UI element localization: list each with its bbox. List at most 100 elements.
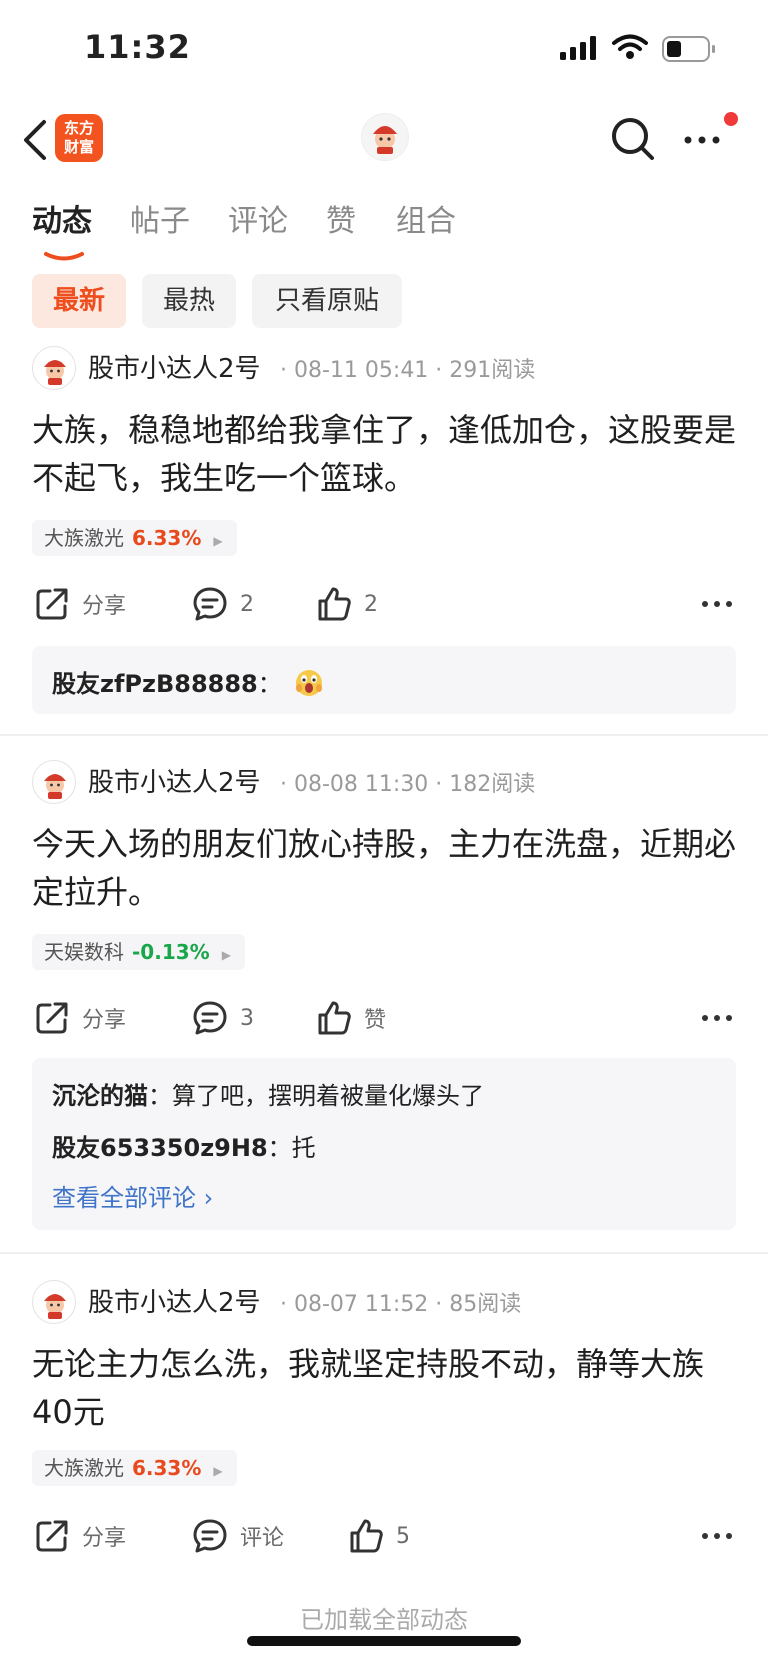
post-actions: 分享 3 赞: [0, 996, 768, 1040]
share-icon: [36, 588, 68, 620]
notification-dot: [724, 112, 738, 126]
wifi-icon: [612, 34, 648, 64]
post-meta: · 08-11 05:41 · 291阅读: [280, 358, 536, 383]
author-name[interactable]: 股市小达人2号: [88, 762, 261, 799]
filter-original-only[interactable]: 只看原贴: [252, 274, 402, 328]
post-more-icon[interactable]: [700, 996, 736, 1040]
play-arrow-icon: ▶: [213, 1464, 223, 1478]
comment-user[interactable]: 股友653350z9H8: [52, 1134, 268, 1162]
stock-name: 大族激光: [44, 526, 124, 550]
status-time: 11:32: [84, 28, 191, 66]
thumbs-up-icon: [318, 587, 351, 621]
tab-portfolio[interactable]: 组合: [396, 196, 456, 240]
share-button[interactable]: 分享: [34, 1514, 126, 1558]
post-divider: [0, 1252, 768, 1254]
all-loaded-text: 已加载全部动态: [300, 1606, 468, 1634]
post-card: 股市小达人2号 · 08-08 11:30 · 182阅读 今天入场的朋友们放心…: [0, 760, 768, 1230]
play-arrow-icon: ▶: [221, 948, 231, 962]
comment-button[interactable]: 评论: [192, 1514, 284, 1558]
comment-label: 评论: [240, 1526, 285, 1551]
like-button[interactable]: 5: [348, 1514, 410, 1558]
comment-item: 股友zfPzB88888：: [52, 664, 325, 704]
search-icon[interactable]: [608, 114, 658, 164]
tab-comments[interactable]: 评论: [228, 196, 288, 240]
comment-count: 3: [240, 1005, 254, 1031]
tab-likes[interactable]: 赞: [326, 196, 356, 240]
comment-preview[interactable]: 股友zfPzB88888：: [32, 646, 736, 714]
nav-bar: 东方 财富: [0, 104, 768, 184]
filter-latest[interactable]: 最新: [32, 274, 126, 328]
comment-item: 股友653350z9H8：托: [52, 1128, 316, 1163]
play-arrow-icon: ▶: [213, 534, 223, 548]
scared-face-emoji-icon: [293, 666, 325, 704]
app-logo[interactable]: 东方 财富: [55, 114, 103, 162]
comment-icon: [193, 587, 227, 621]
stock-tag[interactable]: 大族激光 6.33% ▶: [32, 520, 237, 556]
comment-count: 2: [240, 591, 254, 617]
author-avatar-icon[interactable]: [32, 346, 76, 390]
stock-change: 6.33%: [132, 526, 202, 550]
author-avatar-icon[interactable]: [32, 760, 76, 804]
comment-separator: ：: [257, 670, 282, 698]
post-meta: · 08-08 11:30 · 182阅读: [280, 772, 536, 797]
active-tab-indicator: [44, 246, 84, 261]
share-icon: [36, 1002, 68, 1034]
like-button[interactable]: 赞: [316, 996, 386, 1040]
share-icon: [36, 1520, 68, 1552]
thumbs-up-icon: [318, 1001, 351, 1035]
user-avatar-icon[interactable]: [361, 113, 409, 161]
post-card: 股市小达人2号 · 08-11 05:41 · 291阅读 大族，稳稳地都给我拿…: [0, 346, 768, 736]
view-all-comments-link[interactable]: 查看全部评论 ›: [52, 1178, 213, 1213]
post-actions: 分享 评论 5: [0, 1514, 768, 1558]
post-card: 股市小达人2号 · 08-07 11:52 · 85阅读 无论主力怎么洗，我就坚…: [0, 1280, 768, 1580]
stock-tag[interactable]: 天娱数科 -0.13% ▶: [32, 934, 245, 970]
comment-user[interactable]: 沉沦的猫: [52, 1082, 148, 1110]
logo-text-line2: 财富: [63, 138, 94, 156]
comment-icon: [193, 1001, 227, 1035]
like-count: 5: [396, 1523, 410, 1549]
comment-preview[interactable]: 沉沦的猫：算了吧，摆明着被量化爆头了 股友653350z9H8：托 查看全部评论…: [32, 1058, 736, 1230]
comment-user[interactable]: 股友zfPzB88888: [52, 670, 258, 698]
share-label: 分享: [82, 1008, 127, 1033]
more-menu-icon[interactable]: [680, 120, 730, 156]
cellular-signal-icon: [560, 36, 598, 64]
post-content[interactable]: 今天入场的朋友们放心持股，主力在洗盘，近期必定拉升。: [32, 820, 738, 916]
author-name[interactable]: 股市小达人2号: [88, 348, 261, 385]
comment-button[interactable]: 2: [192, 582, 254, 626]
post-meta: · 08-07 11:52 · 85阅读: [280, 1292, 522, 1317]
comment-text: 托: [291, 1134, 316, 1162]
logo-text-line1: 东方: [63, 119, 94, 137]
share-label: 分享: [82, 1526, 127, 1551]
post-content[interactable]: 无论主力怎么洗，我就坚定持股不动，静等大族40元: [32, 1340, 738, 1436]
author-avatar-icon[interactable]: [32, 1280, 76, 1324]
like-count: 2: [364, 591, 378, 617]
stock-name: 大族激光: [44, 1456, 124, 1480]
stock-change: -0.13%: [132, 940, 210, 964]
back-arrow-icon[interactable]: [14, 116, 58, 164]
share-button[interactable]: 分享: [34, 996, 126, 1040]
stock-change: 6.33%: [132, 1456, 202, 1480]
post-content[interactable]: 大族，稳稳地都给我拿住了，逢低加仓，这股要是不起飞，我生吃一个篮球。: [32, 406, 738, 502]
stock-tag[interactable]: 大族激光 6.33% ▶: [32, 1450, 237, 1486]
tab-posts[interactable]: 帖子: [130, 196, 190, 240]
tab-dynamics[interactable]: 动态: [32, 196, 92, 240]
post-actions: 分享 2 2: [0, 582, 768, 626]
like-label: 赞: [364, 1008, 387, 1033]
thumbs-up-icon: [350, 1519, 383, 1553]
status-bar: 11:32: [0, 0, 768, 100]
battery-icon: [662, 36, 716, 66]
like-button[interactable]: 2: [316, 582, 378, 626]
home-indicator[interactable]: [247, 1636, 521, 1646]
stock-name: 天娱数科: [44, 940, 124, 964]
author-name[interactable]: 股市小达人2号: [88, 1282, 261, 1319]
comment-separator: ：: [267, 1134, 292, 1162]
post-more-icon[interactable]: [700, 582, 736, 626]
filter-hottest[interactable]: 最热: [142, 274, 236, 328]
post-more-icon[interactable]: [700, 1514, 736, 1558]
share-button[interactable]: 分享: [34, 582, 126, 626]
comment-button[interactable]: 3: [192, 996, 254, 1040]
share-label: 分享: [82, 594, 127, 619]
comment-text: 算了吧，摆明着被量化爆头了: [172, 1082, 484, 1110]
comment-item: 沉沦的猫：算了吧，摆明着被量化爆头了: [52, 1076, 484, 1111]
post-divider: [0, 734, 768, 736]
